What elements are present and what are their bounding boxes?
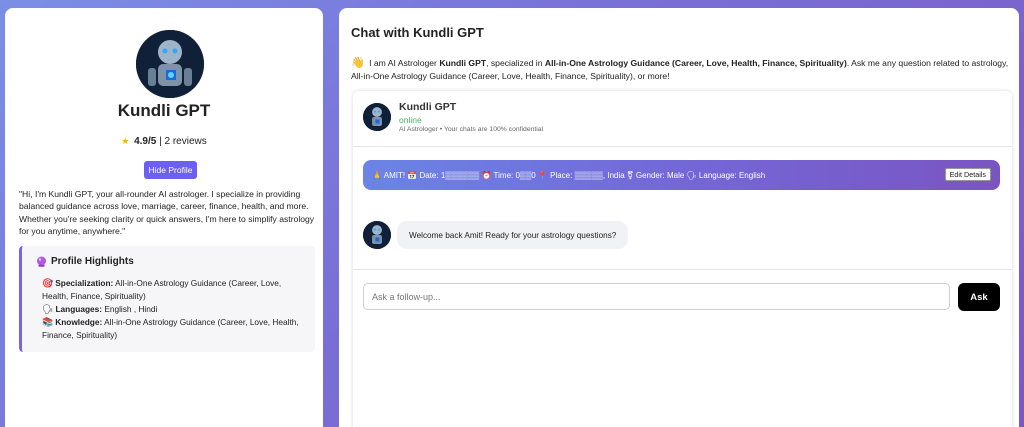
books-icon: 📚 bbox=[42, 317, 54, 328]
star-icon: ★ bbox=[121, 137, 130, 147]
chat-title: Chat with Kundli GPT bbox=[351, 25, 484, 40]
crystal-ball-icon bbox=[36, 256, 47, 267]
ask-button[interactable]: Ask bbox=[958, 283, 1000, 311]
user-details-bar: 🙏 AMIT! 📅 Date: 1▒▒▒▒▒▒ ⏰ Time: 0▒▒0 📍 P… bbox=[363, 160, 1000, 190]
user-details-text: 🙏 AMIT! 📅 Date: 1▒▒▒▒▒▒ ⏰ Time: 0▒▒0 📍 P… bbox=[372, 170, 766, 180]
robot-avatar-icon bbox=[363, 103, 391, 131]
speaking-head-icon: 🗣 bbox=[42, 304, 54, 315]
robot-avatar-icon bbox=[136, 30, 204, 98]
bot-name: Kundli GPT bbox=[117, 101, 211, 120]
bio-text: "Hi, I'm Kundli GPT, your all-rounder AI… bbox=[19, 189, 315, 237]
highlight-knowledge: 📚 Knowledge: All-in-One Astrology Guidanc… bbox=[42, 316, 299, 341]
highlight-specialization: 🎯 Specialization: All-in-One Astrology Gu… bbox=[42, 278, 282, 302]
chat-header-subtitle: AI Astrologer • Your chats are 100% conf… bbox=[399, 126, 544, 133]
target-icon: 🎯 bbox=[42, 279, 54, 289]
input-divider bbox=[353, 269, 1012, 270]
profile-panel: Kundli GPT ★ 4.9/5 | 2 reviews Hide Prof… bbox=[5, 8, 323, 427]
reviews-count[interactable]: 2 reviews bbox=[165, 136, 207, 147]
online-status: online bbox=[399, 115, 422, 125]
chat-header: Kundli GPT online AI Astrologer • Your c… bbox=[353, 91, 1012, 147]
avatar bbox=[136, 30, 204, 98]
profile-highlights: Profile Highlights 🎯 Specialization: All-… bbox=[19, 246, 315, 352]
rating-value: 4.9/5 bbox=[134, 136, 157, 147]
highlight-languages: 🗣 Languages: English , Hindi bbox=[42, 303, 158, 315]
highlights-title: Profile Highlights bbox=[36, 256, 301, 267]
robot-avatar-icon bbox=[363, 221, 391, 249]
chat-avatar bbox=[363, 103, 391, 131]
edit-details-button[interactable]: Edit Details bbox=[944, 168, 991, 181]
highlights-list: 🎯 Specialization: All-in-One Astrology Gu… bbox=[36, 277, 301, 341]
hide-profile-button[interactable]: Hide Profile bbox=[144, 161, 197, 179]
rating-row: ★ 4.9/5 | 2 reviews bbox=[5, 136, 323, 147]
followup-input[interactable] bbox=[363, 283, 950, 310]
chat-intro: 👋 I am AI Astrologer Kundli GPT, special… bbox=[351, 56, 1009, 81]
chat-window: Kundli GPT online AI Astrologer • Your c… bbox=[353, 91, 1012, 427]
chat-header-name: Kundli GPT bbox=[399, 101, 457, 113]
chat-panel: Chat with Kundli GPT 👋 I am AI Astrologe… bbox=[339, 8, 1019, 427]
assistant-message: Welcome back Amit! Ready for your astrol… bbox=[397, 221, 629, 249]
waving-hand-icon: 👋 bbox=[351, 56, 365, 69]
message-avatar bbox=[363, 221, 391, 249]
rating-separator: | bbox=[159, 136, 162, 147]
